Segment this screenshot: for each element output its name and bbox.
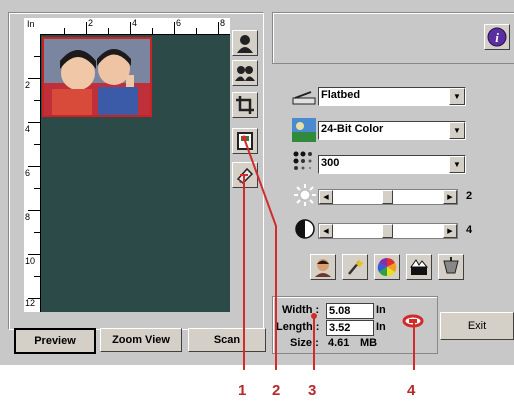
contrast-thumb[interactable]	[382, 224, 393, 238]
ruler-left-label: 8	[25, 212, 31, 222]
header-panel	[272, 12, 514, 64]
chevron-down-icon[interactable]: ▼	[449, 88, 465, 105]
slider-right-arrow[interactable]: ▶	[443, 190, 457, 204]
width-unit: In	[376, 304, 386, 316]
ruler-top-label: 8	[220, 18, 226, 28]
callout-line-2	[241, 135, 277, 370]
contrast-value: 4	[466, 224, 473, 236]
ruler-left-label: 2	[25, 80, 31, 90]
brightness-thumb[interactable]	[382, 190, 393, 204]
auto-scan-icon	[237, 35, 253, 53]
exit-button[interactable]: Exit	[440, 312, 514, 340]
magic-wand-button[interactable]	[342, 254, 368, 280]
resolution-select[interactable]: 300 ▼	[318, 155, 466, 174]
ruler-top-label: 2	[88, 18, 94, 28]
multi-scan-icon	[235, 66, 255, 81]
slider-left-arrow[interactable]: ◀	[319, 224, 333, 238]
crop-button[interactable]	[232, 92, 258, 118]
color-mode-select-value: 24-Bit Color	[321, 123, 384, 135]
color-mode-icon	[292, 118, 316, 142]
flatbed-icon	[292, 86, 316, 110]
auto-scan-button[interactable]	[232, 30, 258, 56]
multi-scan-button[interactable]	[232, 60, 258, 86]
ruler-unit: In	[27, 19, 35, 29]
color-balance-button[interactable]	[374, 254, 400, 280]
levels-button[interactable]	[406, 254, 432, 280]
info-button[interactable]: i	[484, 24, 510, 50]
levels-icon	[410, 259, 429, 275]
zoom-view-button[interactable]: Zoom View	[100, 328, 182, 352]
size-value: 4.61	[328, 337, 350, 349]
callout-number-2: 2	[272, 382, 281, 399]
ruler-left-label: 6	[25, 168, 31, 178]
crop-icon	[236, 96, 254, 114]
portrait-filter-button[interactable]	[310, 254, 336, 280]
callout-line-4	[413, 320, 415, 370]
brightness-value: 2	[466, 190, 473, 202]
callout-number-3: 3	[308, 382, 317, 399]
chevron-down-icon[interactable]: ▼	[449, 156, 465, 173]
brightness-slider[interactable]: ◀ ▶	[318, 189, 458, 205]
contrast-slider[interactable]: ◀ ▶	[318, 223, 458, 239]
size-unit: MB	[360, 337, 378, 349]
brightness-icon	[294, 184, 318, 208]
length-unit: In	[376, 321, 386, 333]
ruler-top-label: 6	[176, 18, 182, 28]
width-field[interactable]: 5.08	[326, 303, 374, 319]
preview-photo[interactable]	[42, 37, 152, 117]
slider-left-arrow[interactable]: ◀	[319, 190, 333, 204]
length-field[interactable]: 3.52	[326, 320, 374, 336]
source-select-value: Flatbed	[321, 89, 361, 101]
color-mode-select[interactable]: 24-Bit Color ▼	[318, 121, 466, 140]
svg-text:i: i	[495, 30, 499, 45]
callout-number-1: 1	[238, 382, 247, 399]
resolution-select-value: 300	[321, 157, 340, 169]
filter-button[interactable]	[438, 254, 464, 280]
filter-icon	[443, 257, 459, 274]
portrait-icon	[315, 259, 331, 277]
resolution-icon	[292, 150, 316, 174]
color-wheel-icon	[377, 258, 397, 277]
ruler-left-label: 10	[25, 256, 36, 266]
callout-number-4: 4	[407, 382, 416, 399]
source-select[interactable]: Flatbed ▼	[318, 87, 466, 106]
ruler-top-label: 4	[132, 18, 138, 28]
ruler-left-label: 12	[25, 298, 36, 308]
preview-button[interactable]: Preview	[14, 328, 96, 354]
ruler-left-label: 4	[25, 124, 31, 134]
slider-right-arrow[interactable]: ▶	[443, 224, 457, 238]
chevron-down-icon[interactable]: ▼	[449, 122, 465, 139]
info-icon: i	[487, 27, 507, 47]
callout-line-3	[311, 313, 317, 370]
magic-wand-icon	[348, 259, 364, 275]
contrast-icon	[294, 218, 318, 242]
top-ruler	[24, 18, 230, 35]
